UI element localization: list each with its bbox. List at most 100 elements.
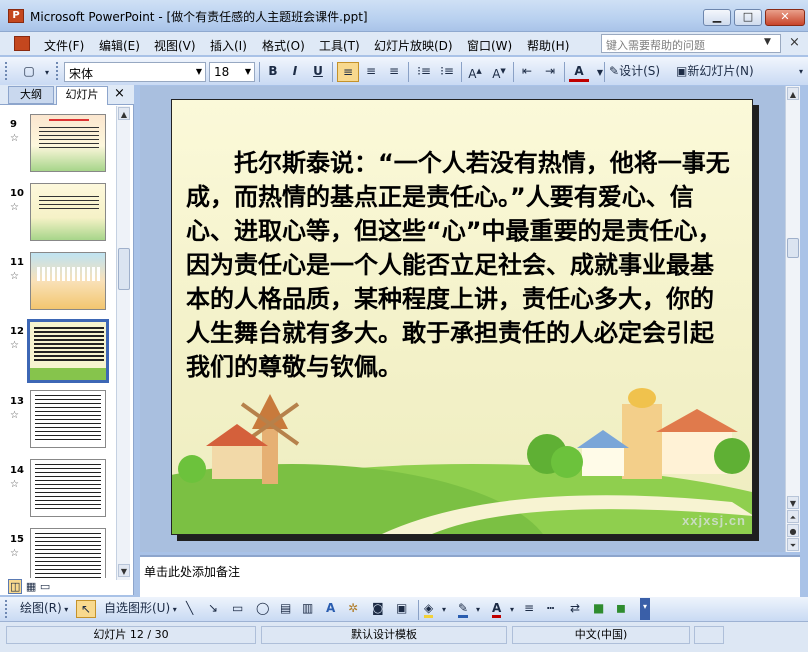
panel-scrollbar[interactable]: ▲ ▼ — [116, 106, 130, 580]
numbered-list-icon[interactable]: ⁝≡ — [414, 62, 434, 82]
increase-indent-icon[interactable]: ⇥ — [540, 62, 560, 82]
underline-button[interactable]: U — [309, 62, 327, 82]
diagram-icon[interactable]: ✲ — [348, 600, 358, 618]
design-button[interactable]: ✎设计(S) — [609, 62, 660, 82]
menu-window[interactable]: 窗口(W) — [467, 37, 512, 54]
close-document-button[interactable]: × — [789, 35, 800, 50]
slide-thumbnail[interactable] — [30, 459, 106, 517]
menu-format[interactable]: 格式(O) — [262, 37, 305, 54]
textbox-icon[interactable]: ▤ — [280, 600, 291, 618]
align-left-icon[interactable]: ≡ — [337, 62, 359, 82]
line-icon[interactable]: ╲ — [186, 600, 193, 618]
toolbar-overflow-icon[interactable]: ▾ — [640, 598, 650, 620]
tab-outline[interactable]: 大纲 — [8, 86, 54, 104]
line-color-icon[interactable]: ✎ — [458, 600, 469, 618]
design-icon: ✎ — [609, 64, 620, 78]
scroll-up-arrow-icon[interactable]: ▲ — [787, 87, 799, 100]
slide-thumbnail[interactable] — [30, 114, 106, 172]
status-design-template[interactable]: 默认设计模板 — [261, 626, 507, 644]
document-icon[interactable] — [14, 36, 30, 51]
menu-tools[interactable]: 工具(T) — [319, 37, 360, 54]
toolbar-options-icon[interactable]: ▾ — [38, 62, 56, 82]
slide-thumbnail[interactable] — [30, 528, 106, 578]
toolbar-grip[interactable] — [5, 62, 8, 80]
font-color-dropdown-icon[interactable]: ▼ — [591, 62, 609, 82]
line-style-icon[interactable]: ≡ — [524, 600, 534, 618]
next-slide-icon[interactable]: ⏷ — [787, 538, 799, 551]
new-slide-button[interactable]: ▣新幻灯片(N) — [676, 62, 754, 82]
arrow-style-icon[interactable]: ⇄ — [570, 600, 580, 618]
rectangle-icon[interactable]: ▭ — [232, 600, 243, 618]
menu-insert[interactable]: 插入(I) — [210, 37, 247, 54]
current-slide[interactable]: 托尔斯泰说：“一个人若没有热情，他将一事无成，而热情的基点正是责任心。”人要有爱… — [171, 99, 753, 535]
scroll-down-arrow-icon[interactable]: ▼ — [787, 496, 799, 509]
arrow-icon[interactable]: ↘ — [208, 600, 218, 618]
align-right-icon[interactable]: ≡ — [384, 62, 404, 82]
select-objects-icon[interactable]: ↖ — [76, 600, 96, 618]
bold-button[interactable]: B — [264, 62, 282, 82]
slide-scrollbar[interactable]: ▲ ▼ ⏶ ● ⏷ — [785, 86, 800, 552]
line-color-dropdown-icon[interactable]: ▾ — [476, 600, 480, 618]
tab-slides[interactable]: 幻灯片 — [56, 86, 108, 105]
3d-style-icon[interactable]: ◼ — [616, 600, 626, 618]
shadow-style-icon[interactable]: ■ — [593, 600, 604, 618]
powerpoint-app-icon[interactable]: P — [8, 9, 24, 23]
new-document-icon[interactable]: ▢ — [20, 62, 38, 82]
decrease-indent-icon[interactable]: ⇤ — [517, 62, 537, 82]
normal-view-icon[interactable]: ◫ — [8, 579, 23, 594]
slide-thumbnail[interactable] — [30, 390, 106, 448]
slide-sorter-icon[interactable]: ▦ — [26, 580, 36, 593]
font-color-icon[interactable]: A — [492, 600, 502, 618]
chevron-down-icon[interactable]: ▼ — [196, 67, 202, 76]
help-dropdown-arrow-icon[interactable]: ▼ — [764, 37, 771, 47]
menu-edit[interactable]: 编辑(E) — [99, 37, 140, 54]
clipart-icon[interactable]: ◙ — [372, 600, 384, 618]
italic-button[interactable]: I — [286, 62, 304, 82]
select-browse-object-icon[interactable]: ● — [787, 524, 799, 537]
fill-color-icon[interactable]: ◈ — [424, 600, 434, 618]
chevron-down-icon[interactable]: ▼ — [245, 67, 251, 76]
vertical-textbox-icon[interactable]: ▥ — [302, 600, 313, 618]
slide-thumbnail-selected[interactable] — [27, 319, 109, 383]
toolbar-overflow-icon[interactable]: ▾ — [792, 62, 808, 82]
fill-color-dropdown-icon[interactable]: ▾ — [442, 600, 446, 618]
toolbar-grip-2[interactable] — [56, 62, 59, 80]
separator — [408, 62, 409, 82]
minimize-button[interactable]: ▁ — [703, 9, 731, 26]
toolbar-grip[interactable] — [5, 600, 8, 618]
maximize-button[interactable]: □ — [734, 9, 762, 26]
scroll-down-arrow-icon[interactable]: ▼ — [118, 564, 130, 577]
font-size-select[interactable]: 18 ▼ — [209, 62, 255, 82]
previous-slide-icon[interactable]: ⏶ — [787, 510, 799, 523]
font-color-dropdown-icon[interactable]: ▾ — [510, 600, 514, 618]
increase-font-size-icon[interactable]: A▲ — [465, 62, 485, 82]
menu-file[interactable]: 文件(F) — [44, 37, 84, 54]
slide-thumbnail[interactable] — [30, 183, 106, 241]
decrease-font-size-icon[interactable]: A▼ — [489, 62, 509, 82]
slideshow-view-icon[interactable]: ▭ — [40, 580, 50, 593]
scroll-up-arrow-icon[interactable]: ▲ — [118, 107, 130, 120]
align-center-icon[interactable]: ≡ — [361, 62, 381, 82]
scroll-thumb[interactable] — [118, 248, 130, 290]
draw-menu-button[interactable]: 绘图(R) ▾ — [20, 600, 68, 618]
menu-slideshow[interactable]: 幻灯片放映(D) — [374, 37, 453, 54]
watermark: xxjxsj.cn — [682, 513, 746, 528]
notes-placeholder[interactable]: 单击此处添加备注 — [144, 563, 240, 580]
close-window-button[interactable]: ✕ — [765, 9, 805, 26]
help-search-input[interactable]: 键入需要帮助的问题 — [601, 34, 781, 53]
wordart-icon[interactable]: A — [326, 600, 335, 618]
scroll-thumb[interactable] — [787, 238, 799, 258]
slide-thumbnail[interactable] — [30, 252, 106, 310]
close-panel-button[interactable]: × — [114, 86, 125, 101]
oval-icon[interactable]: ◯ — [256, 600, 269, 618]
thumb-text-lines — [35, 395, 101, 443]
dash-style-icon[interactable]: ┅ — [547, 600, 554, 618]
font-name-select[interactable]: 宋体 ▼ — [64, 62, 206, 82]
font-color-icon[interactable]: A — [569, 62, 589, 82]
insert-picture-icon[interactable]: ▣ — [396, 600, 407, 618]
slide-body-text[interactable]: 托尔斯泰说：“一个人若没有热情，他将一事无成，而热情的基点正是责任心。”人要有爱… — [186, 146, 736, 384]
autoshapes-menu-button[interactable]: 自选图形(U) ▾ — [104, 600, 177, 618]
menu-view[interactable]: 视图(V) — [154, 37, 196, 54]
bulleted-list-icon[interactable]: ⁝≡ — [437, 62, 457, 82]
menu-help[interactable]: 帮助(H) — [527, 37, 569, 54]
